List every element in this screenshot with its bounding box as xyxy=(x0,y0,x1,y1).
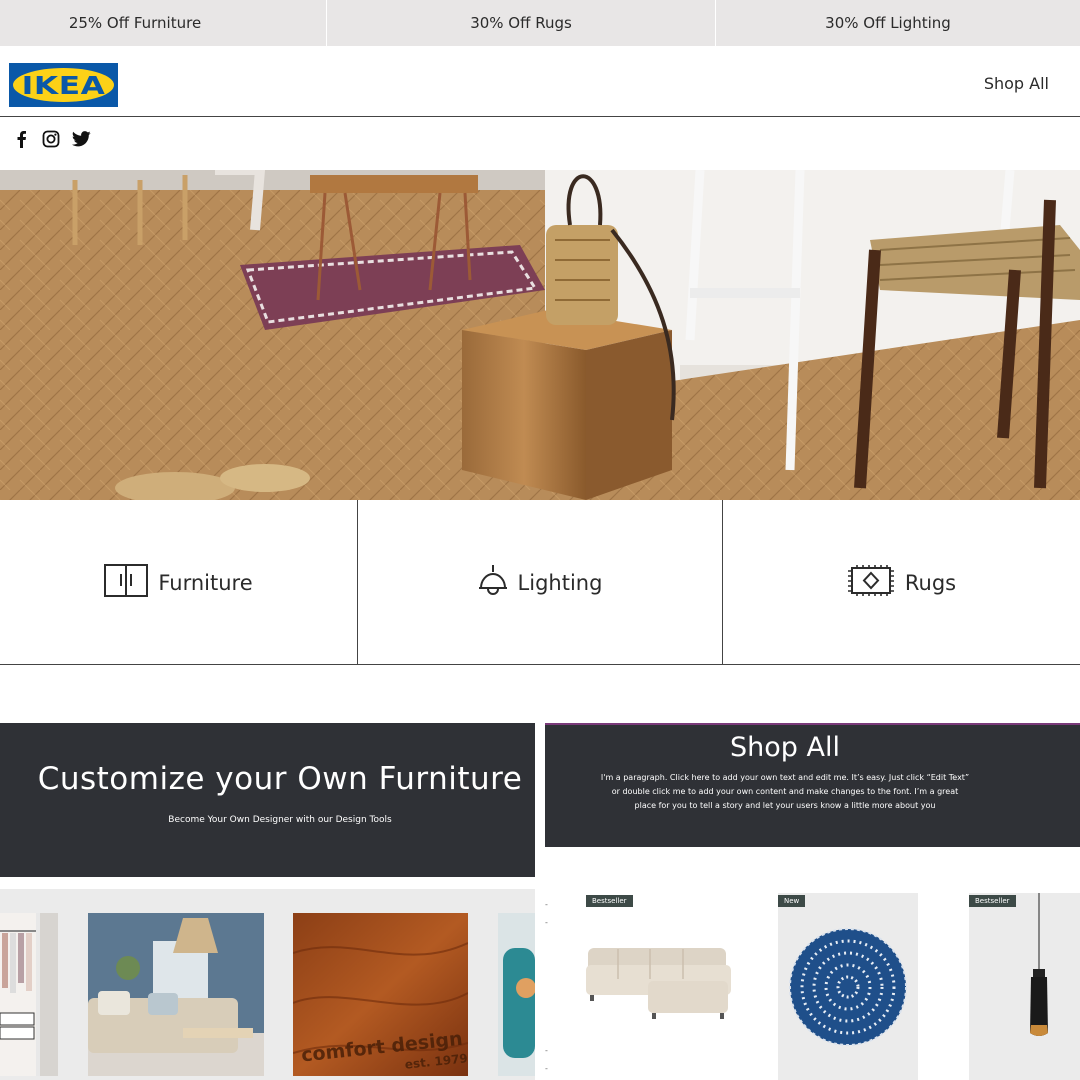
shop-all-link[interactable]: Shop All xyxy=(984,74,1049,93)
gallery-stamp-image[interactable]: comfort design est. 1979 xyxy=(293,913,468,1076)
logo-text: IKEA xyxy=(21,70,106,100)
category-row: Furniture Lighting Rugs xyxy=(0,500,1080,665)
facebook-icon[interactable] xyxy=(11,129,31,149)
category-rugs-label: Rugs xyxy=(904,570,957,595)
promo-furniture-label: 25% Off Furniture xyxy=(68,14,202,32)
promo-rugs-label: 30% Off Rugs xyxy=(470,14,572,32)
product-card-pendant-lamp[interactable]: Bestseller xyxy=(969,893,1080,1080)
customize-banner[interactable]: Customize your Own Furniture Become Your… xyxy=(0,723,535,877)
gallery-chair-image[interactable] xyxy=(498,913,535,1076)
promo-lighting[interactable]: 30% Off Lighting xyxy=(716,0,1080,46)
category-lighting[interactable]: Lighting xyxy=(358,500,723,665)
ikea-logo[interactable]: IKEA xyxy=(9,63,118,107)
cabinet-icon xyxy=(104,563,149,602)
pendant-lamp-image xyxy=(1030,893,1048,1036)
product-card-rug[interactable]: New xyxy=(778,893,918,1080)
category-furniture[interactable]: Furniture xyxy=(0,500,358,665)
promo-bar: 25% Off Furniture 30% Off Rugs 30% Off L… xyxy=(0,0,1080,46)
gallery-living-room-image[interactable] xyxy=(88,913,264,1076)
shop-all-banner: Shop All I'm a paragraph. Click here to … xyxy=(545,723,1080,847)
hero-image xyxy=(0,170,1080,500)
divider-dash-4: - xyxy=(545,1064,548,1073)
gallery-wardrobe-image[interactable] xyxy=(0,913,58,1076)
twitter-icon[interactable] xyxy=(71,129,91,149)
category-furniture-label: Furniture xyxy=(158,570,253,595)
social-links xyxy=(11,129,91,149)
logo-oval: IKEA xyxy=(13,68,114,102)
promo-furniture[interactable]: 25% Off Furniture xyxy=(0,0,327,46)
divider-dash-3: - xyxy=(545,1046,548,1055)
rug-icon xyxy=(847,564,895,602)
shop-all-title: Shop All xyxy=(730,732,840,763)
shop-all-paragraph: I'm a paragraph. Click here to add your … xyxy=(600,773,970,810)
divider-dash-1: - xyxy=(545,900,548,909)
promo-rugs[interactable]: 30% Off Rugs xyxy=(327,0,716,46)
product-card-sofa[interactable]: Bestseller xyxy=(578,893,733,1080)
promo-lighting-label: 30% Off Lighting xyxy=(825,14,951,32)
lamp-icon xyxy=(478,564,508,602)
design-gallery: comfort design est. 1979 xyxy=(0,889,535,1080)
round-rug-image xyxy=(789,928,907,1046)
category-lighting-label: Lighting xyxy=(517,570,603,595)
instagram-icon[interactable] xyxy=(41,129,61,149)
sofa-image xyxy=(586,948,731,1019)
category-rugs[interactable]: Rugs xyxy=(723,500,1080,665)
customize-title: Customize your Own Furniture xyxy=(37,761,523,797)
divider-dash-2: - xyxy=(545,918,548,927)
customize-subtitle: Become Your Own Designer with our Design… xyxy=(168,815,392,825)
site-header: IKEA Shop All xyxy=(0,46,1080,117)
hero-illustration xyxy=(0,170,1080,500)
